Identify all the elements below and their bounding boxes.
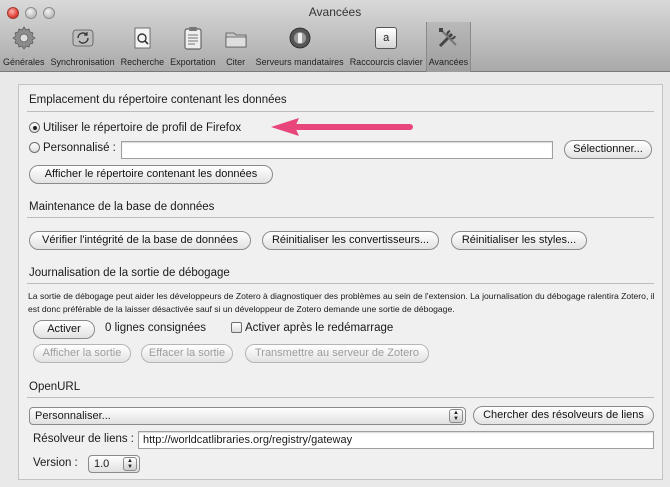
keyboard-key-icon: a	[372, 24, 400, 52]
tab-exportation[interactable]: Exportation	[167, 22, 219, 72]
tools-icon	[434, 24, 462, 52]
tab-label: Serveurs mandataires	[255, 57, 344, 67]
divider	[27, 397, 654, 398]
check-db-button[interactable]: Vérifier l'intégrité de la base de donné…	[29, 231, 251, 250]
debug-description: La sortie de débogage peut aider les dév…	[28, 291, 655, 314]
tab-label: Raccourcis clavier	[349, 57, 423, 67]
tab-serveurs-mandataires[interactable]: Serveurs mandataires	[253, 22, 347, 72]
clipboard-icon	[179, 24, 207, 52]
checkbox-label: Activer après le redémarrage	[245, 322, 394, 334]
lines-logged: 0 lignes consignées	[105, 322, 207, 334]
tab-citer[interactable]: Citer	[219, 22, 253, 72]
radio-profile-dir[interactable]: Utiliser le répertoire de profil de Fire…	[29, 122, 241, 134]
window-title: Avancées	[308, 5, 362, 19]
enable-debug-button[interactable]: Activer	[33, 320, 95, 339]
radio-label: Utiliser le répertoire de profil de Fire…	[43, 122, 242, 134]
tab-label: Exportation	[170, 57, 216, 67]
version-label: Version :	[33, 457, 78, 469]
advanced-panel: Emplacement du répertoire contenant les …	[18, 84, 663, 480]
find-resolvers-button[interactable]: Chercher des résolveurs de liens	[473, 406, 654, 425]
view-output-button[interactable]: Afficher la sortie	[33, 344, 131, 363]
sync-icon	[69, 24, 97, 52]
enable-after-restart-checkbox[interactable]: Activer après le redémarrage	[231, 322, 393, 334]
arrow-icon	[271, 118, 413, 136]
tab-generales[interactable]: Générales	[0, 22, 48, 72]
reset-styles-button[interactable]: Réinitialiser les styles...	[451, 231, 587, 250]
divider	[27, 283, 654, 284]
clear-output-button[interactable]: Effacer la sortie	[141, 344, 233, 363]
radio-icon	[29, 142, 40, 153]
radio-icon	[29, 122, 40, 133]
submit-output-button[interactable]: Transmettre au serveur de Zotero	[245, 344, 429, 363]
tab-label: Synchronisation	[50, 57, 115, 67]
select-dir-button[interactable]: Sélectionner...	[564, 140, 652, 159]
select-arrows-icon: ▲ ▼	[123, 457, 137, 471]
tab-label: Citer	[226, 57, 246, 67]
select-value: Personnaliser...	[35, 410, 111, 422]
radio-label: Personnalisé :	[43, 142, 116, 154]
tab-label: Générales	[3, 57, 45, 67]
preferences-window: Avancées Générales Synchronisation Reche…	[0, 0, 670, 487]
resolver-url-field[interactable]: http://worldcatlibraries.org/registry/ga…	[138, 431, 654, 449]
select-value: 1.0	[94, 458, 110, 470]
data-dir-heading: Emplacement du répertoire contenant les …	[29, 94, 287, 106]
tab-raccourcis-clavier[interactable]: a Raccourcis clavier	[347, 22, 426, 72]
show-data-dir-button[interactable]: Afficher le répertoire contenant les don…	[29, 165, 273, 184]
maintenance-heading: Maintenance de la base de données	[29, 201, 215, 213]
proxy-icon	[286, 24, 314, 52]
search-doc-icon	[128, 24, 156, 52]
tab-avancees[interactable]: Avancées	[425, 22, 472, 72]
resolver-label: Résolveur de liens :	[33, 433, 134, 445]
preferences-toolbar: Générales Synchronisation Recherche Expo…	[0, 22, 540, 72]
select-arrows-icon: ▲ ▼	[449, 409, 463, 423]
custom-dir-field[interactable]	[121, 141, 553, 159]
folder-icon	[222, 24, 250, 52]
key-cap: a	[375, 27, 398, 49]
checkbox-icon	[231, 322, 242, 333]
openurl-heading: OpenURL	[29, 381, 81, 393]
title-toolbar: Avancées Générales Synchronisation Reche…	[0, 0, 670, 72]
resolver-select[interactable]: Personnaliser... ▲ ▼	[29, 407, 466, 425]
divider	[27, 111, 654, 112]
version-select[interactable]: 1.0 ▲ ▼	[88, 455, 140, 473]
tab-label: Recherche	[120, 57, 165, 67]
divider	[27, 217, 654, 218]
radio-custom-dir[interactable]: Personnalisé :	[29, 142, 116, 154]
reset-translators-button[interactable]: Réinitialiser les convertisseurs...	[262, 231, 439, 250]
tab-recherche[interactable]: Recherche	[118, 22, 168, 72]
tab-label: Avancées	[428, 57, 469, 67]
gear-icon	[10, 24, 38, 52]
tab-synchronisation[interactable]: Synchronisation	[48, 22, 118, 72]
debug-heading: Journalisation de la sortie de débogage	[29, 267, 230, 279]
